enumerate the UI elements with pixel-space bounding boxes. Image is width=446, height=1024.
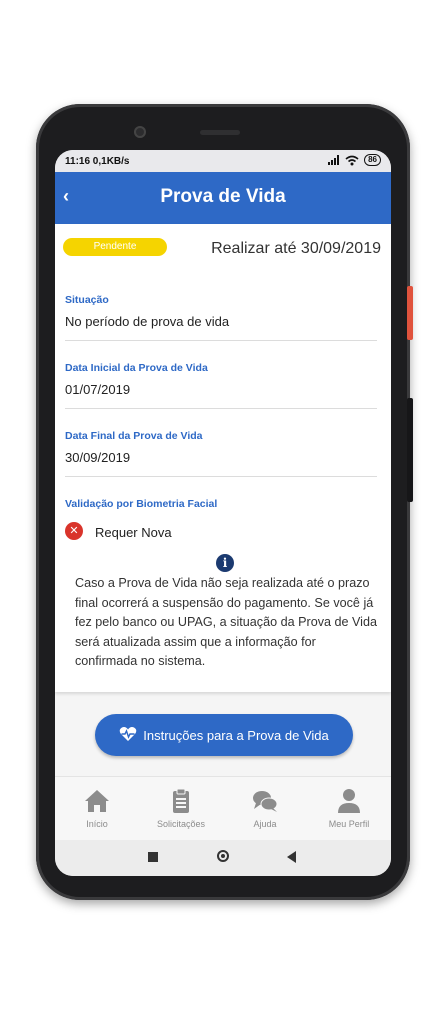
recents-icon[interactable] bbox=[148, 852, 158, 862]
proof-of-life-card: Pendente Realizar até 30/09/2019 Situaçã… bbox=[55, 224, 391, 692]
status-icons: 86 bbox=[328, 154, 381, 166]
phone-power-button bbox=[407, 398, 413, 502]
data-final-label: Data Final da Prova de Vida bbox=[65, 430, 203, 442]
chat-icon bbox=[253, 791, 278, 812]
data-inicial-value: 01/07/2019 bbox=[65, 382, 131, 397]
divider bbox=[65, 408, 377, 409]
wifi-icon bbox=[345, 155, 359, 165]
status-time: 11:16 0,1KB/s bbox=[65, 156, 130, 167]
tab-label: Ajuda bbox=[253, 819, 277, 829]
situacao-value: No período de prova de vida bbox=[65, 314, 230, 329]
data-inicial-label: Data Inicial da Prova de Vida bbox=[65, 362, 208, 374]
status-bar: 11:16 0,1KB/s 86 bbox=[55, 150, 391, 172]
data-final-value: 30/09/2019 bbox=[65, 450, 131, 465]
tab-inicio[interactable]: Início bbox=[55, 777, 139, 841]
front-camera bbox=[134, 126, 146, 138]
divider bbox=[65, 476, 377, 477]
heartbeat-icon bbox=[119, 726, 137, 745]
instructions-button-label: Instruções para a Prova de Vida bbox=[143, 727, 329, 743]
phone-side-button-red bbox=[407, 286, 413, 340]
tab-ajuda[interactable]: Ajuda bbox=[223, 777, 307, 841]
tab-solicitacoes[interactable]: Solicitações bbox=[139, 777, 223, 841]
deadline-text: Realizar até 30/09/2019 bbox=[211, 240, 381, 257]
x-circle-icon: ✕ bbox=[65, 522, 83, 540]
bottom-tab-bar: Início Solicitações Ajuda Meu Perfil bbox=[55, 776, 391, 841]
page-title: Prova de Vida bbox=[160, 186, 286, 207]
clipboard-icon bbox=[173, 788, 189, 813]
tab-meu-perfil[interactable]: Meu Perfil bbox=[307, 777, 391, 841]
biometria-label: Validação por Biometria Facial bbox=[65, 498, 218, 510]
home-button-icon[interactable] bbox=[217, 850, 229, 862]
instructions-button[interactable]: Instruções para a Prova de Vida bbox=[95, 714, 353, 756]
tab-label: Início bbox=[86, 819, 108, 829]
tab-label: Solicitações bbox=[156, 819, 206, 829]
earpiece-speaker bbox=[200, 130, 240, 135]
divider bbox=[65, 340, 377, 341]
back-triangle-icon[interactable] bbox=[287, 851, 296, 863]
tab-label: Meu Perfil bbox=[328, 819, 370, 829]
system-navigation-bar bbox=[55, 840, 391, 876]
biometria-status: Requer Nova bbox=[95, 525, 172, 540]
battery-icon: 86 bbox=[364, 154, 381, 166]
situacao-label: Situação bbox=[65, 294, 109, 306]
info-icon: i bbox=[216, 554, 234, 572]
signal-icon bbox=[328, 155, 340, 165]
app-bar: ‹ Prova de Vida bbox=[55, 172, 391, 224]
home-icon bbox=[85, 790, 109, 812]
phone-screen: 11:16 0,1KB/s 86 ‹ Prova de Vida Pendent… bbox=[55, 150, 391, 876]
user-icon bbox=[338, 789, 360, 813]
info-text: Caso a Prova de Vida não seja realizada … bbox=[75, 576, 377, 668]
status-badge: Pendente bbox=[63, 238, 167, 256]
